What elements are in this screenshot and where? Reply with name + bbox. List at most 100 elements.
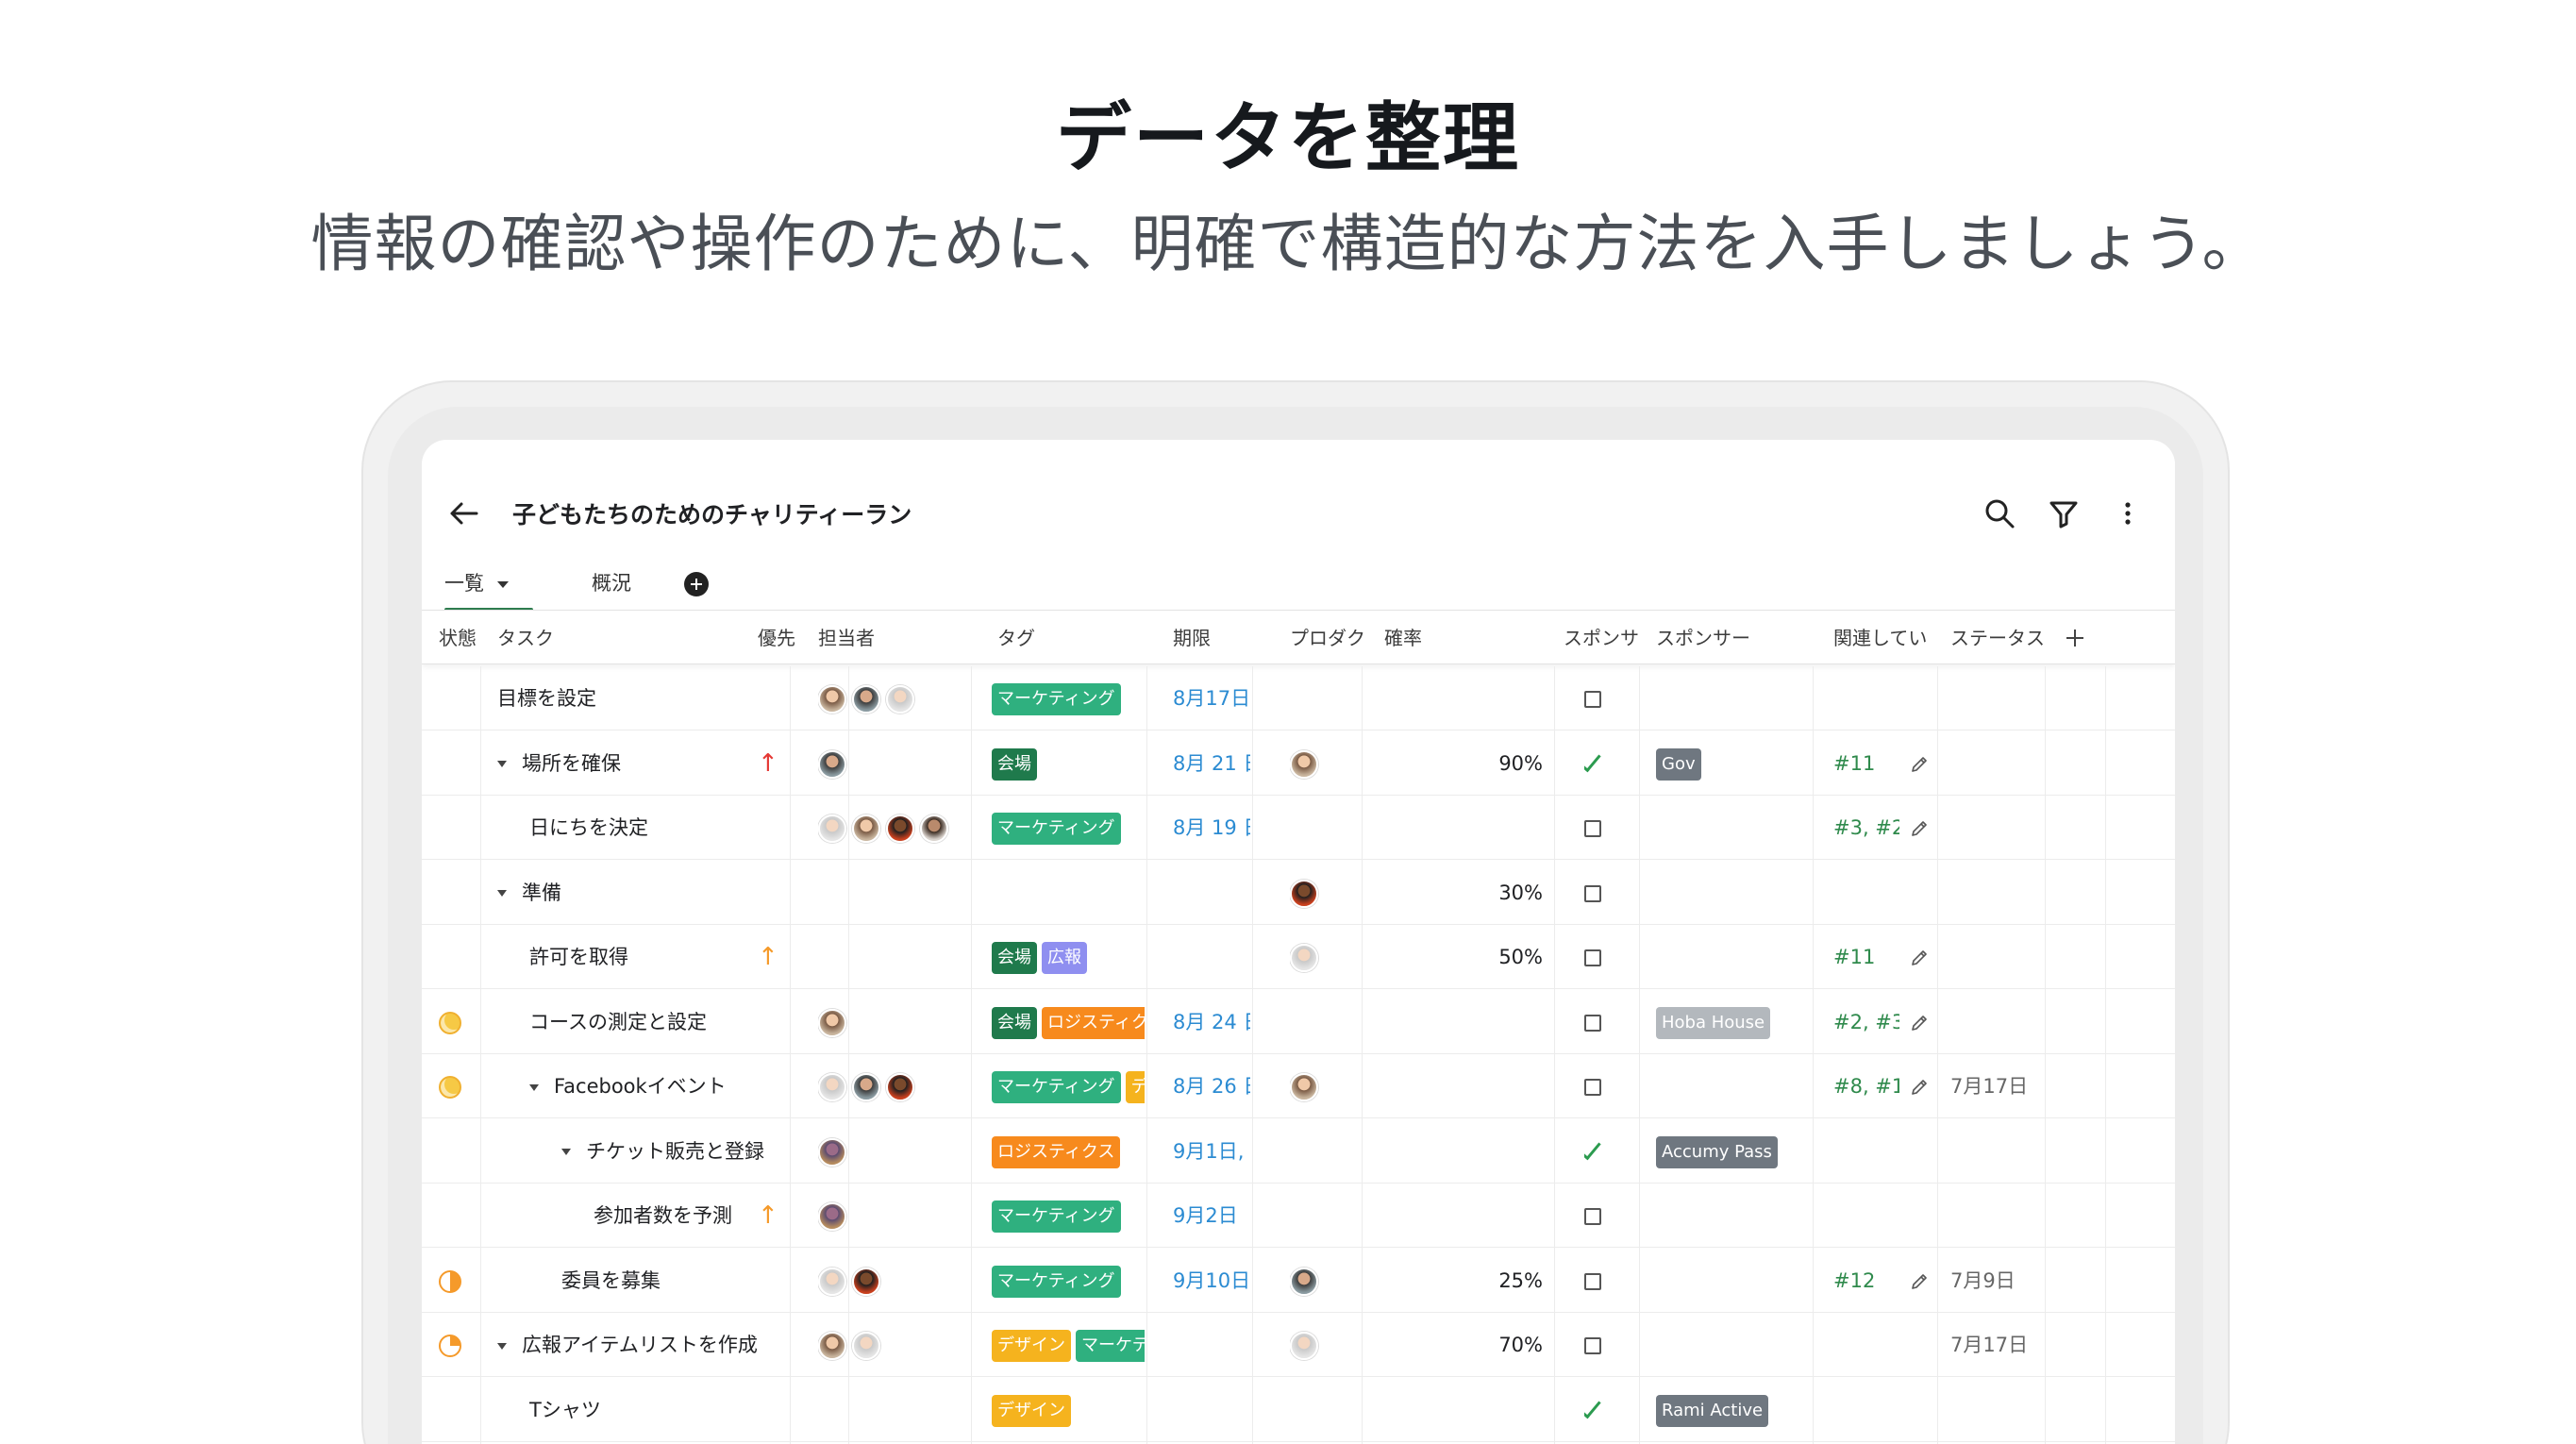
- tag-badge[interactable]: マーケティング: [992, 1071, 1121, 1103]
- table-row[interactable]: 広報アイテムリストを作成 デザインマーケティング 70% 7月17日: [422, 1313, 2175, 1377]
- avatar[interactable]: [852, 1073, 880, 1101]
- priority-arrow-icon[interactable]: ↑: [758, 1184, 786, 1248]
- sponsor-badge[interactable]: Gov: [1656, 747, 1701, 781]
- status-indicator-icon[interactable]: [439, 1269, 461, 1293]
- assignee-avatars[interactable]: [818, 731, 969, 796]
- sponsor-cell[interactable]: Hoba House: [1656, 990, 1807, 1054]
- due-date[interactable]: 8月 26 日: [1173, 1054, 1250, 1118]
- assignee-avatars[interactable]: [818, 796, 969, 860]
- avatar[interactable]: [818, 1008, 846, 1037]
- related-links[interactable]: #11: [1833, 731, 1899, 796]
- due-date[interactable]: 9月2日: [1173, 1184, 1250, 1248]
- avatar[interactable]: [920, 814, 948, 843]
- tag-badge[interactable]: ロジスティクス: [1042, 1006, 1145, 1039]
- column-header-state[interactable]: ステータス: [1950, 611, 2052, 665]
- sponsored-checkbox[interactable]: [1584, 1313, 1622, 1377]
- more-icon[interactable]: [2109, 495, 2147, 532]
- assignee-avatars[interactable]: [818, 1054, 969, 1118]
- column-header-due[interactable]: 期限: [1173, 611, 1229, 665]
- tag-badge[interactable]: 広報: [1042, 942, 1087, 974]
- task-cell[interactable]: 委員を募集: [561, 1249, 790, 1313]
- tags-cell[interactable]: [992, 861, 1145, 925]
- related-links[interactable]: #3, #2: [1833, 796, 1899, 860]
- assignee-avatars[interactable]: [818, 666, 969, 730]
- tags-cell[interactable]: デザインマーケティング: [992, 1313, 1145, 1377]
- assignee-avatars[interactable]: [818, 925, 969, 989]
- product-owner[interactable]: [1290, 731, 1347, 796]
- table-row[interactable]: 準備 30%: [422, 861, 2175, 925]
- product-owner[interactable]: [1290, 1054, 1347, 1118]
- tag-badge[interactable]: ロジスティクス: [992, 1135, 1121, 1168]
- edit-pencil-icon[interactable]: [1909, 1077, 1930, 1098]
- avatar[interactable]: [818, 685, 846, 714]
- collapse-triangle-icon[interactable]: [561, 1149, 571, 1155]
- search-icon[interactable]: [1981, 495, 2018, 532]
- avatar[interactable]: [818, 1332, 846, 1360]
- avatar[interactable]: [818, 1267, 846, 1296]
- probability-value[interactable]: 25%: [1403, 1249, 1543, 1313]
- table-row[interactable]: 目標を設定 マーケティング 8月17日: [422, 666, 2175, 730]
- related-links[interactable]: #11: [1833, 925, 1899, 989]
- task-cell[interactable]: Facebookイベント: [529, 1054, 790, 1118]
- tag-badge[interactable]: デザイン: [992, 1330, 1071, 1362]
- probability-value[interactable]: 90%: [1403, 731, 1543, 796]
- tags-cell[interactable]: 会場 広報: [992, 925, 1145, 989]
- collapse-triangle-icon[interactable]: [497, 1342, 507, 1350]
- column-header-probability[interactable]: 確率: [1384, 611, 1441, 665]
- tag-badge[interactable]: マーケティング: [992, 683, 1121, 715]
- task-cell[interactable]: 許可を取得: [529, 925, 790, 989]
- avatar[interactable]: [1290, 1267, 1318, 1296]
- avatar[interactable]: [852, 1332, 880, 1360]
- assignee-avatars[interactable]: [818, 990, 969, 1054]
- sponsor-badge[interactable]: Rami Active: [1656, 1394, 1769, 1427]
- task-cell[interactable]: チケット販売と登録: [561, 1119, 790, 1184]
- table-row[interactable]: 日にちを決定 マーケティング 8月 19 日 #3, #2: [422, 796, 2175, 860]
- status-indicator-icon[interactable]: [439, 1335, 461, 1357]
- edit-pencil-icon[interactable]: [1909, 818, 1930, 839]
- sponsored-checkbox[interactable]: [1584, 666, 1622, 730]
- priority-arrow-icon[interactable]: ↑: [758, 925, 786, 989]
- table-row[interactable]: Tシャツ デザイン Rami Active: [422, 1378, 2175, 1442]
- filter-icon[interactable]: [2045, 495, 2083, 532]
- sponsored-checkbox[interactable]: [1584, 1378, 1622, 1442]
- product-owner[interactable]: [1290, 1378, 1347, 1442]
- avatar[interactable]: [852, 685, 880, 714]
- product-owner[interactable]: [1290, 1119, 1347, 1184]
- product-owner[interactable]: [1290, 990, 1347, 1054]
- assignee-avatars[interactable]: [818, 1313, 969, 1377]
- state-date[interactable]: 7月17日: [1950, 1313, 2045, 1377]
- sponsored-checkbox[interactable]: [1584, 861, 1622, 925]
- product-owner[interactable]: [1290, 925, 1347, 989]
- product-owner[interactable]: [1290, 666, 1347, 730]
- avatar[interactable]: [818, 749, 846, 779]
- sponsored-checkbox[interactable]: [1584, 1249, 1622, 1313]
- column-header-related[interactable]: 関連してい: [1833, 611, 1945, 665]
- assignee-avatars[interactable]: [818, 1378, 969, 1442]
- edit-pencil-icon[interactable]: [1909, 1271, 1930, 1292]
- tags-cell[interactable]: ロジスティクス: [992, 1119, 1145, 1184]
- due-date[interactable]: 8月 21 日: [1173, 731, 1250, 796]
- tags-cell[interactable]: 会場ロジスティクス: [992, 990, 1145, 1054]
- task-cell[interactable]: 広報アイテムリストを作成: [497, 1313, 790, 1377]
- column-header-assignee[interactable]: 担当者: [818, 611, 894, 665]
- priority-arrow-icon[interactable]: ↑: [758, 731, 786, 796]
- status-indicator-icon[interactable]: [439, 1011, 461, 1034]
- task-cell[interactable]: コースの測定と設定: [529, 990, 790, 1054]
- avatar[interactable]: [1290, 1332, 1318, 1360]
- tags-cell[interactable]: マーケティング: [992, 1184, 1145, 1248]
- back-arrow-icon[interactable]: [444, 495, 482, 532]
- tag-badge[interactable]: マーケティング: [992, 1265, 1121, 1298]
- column-header-status[interactable]: 状態: [439, 611, 478, 665]
- related-links[interactable]: #12: [1833, 1249, 1899, 1313]
- product-owner[interactable]: [1290, 796, 1347, 860]
- avatar[interactable]: [886, 1073, 914, 1101]
- due-date[interactable]: 8月 19 日: [1173, 796, 1250, 860]
- related-links[interactable]: #2, #3: [1833, 990, 1899, 1054]
- due-date[interactable]: 9月1日, 午後: [1173, 1119, 1250, 1184]
- sponsored-checkbox[interactable]: [1584, 1054, 1622, 1118]
- column-header-tags[interactable]: タグ: [997, 611, 1054, 665]
- sponsored-checkbox[interactable]: [1584, 1184, 1622, 1248]
- tag-badge[interactable]: マーケティング: [992, 813, 1121, 845]
- sponsored-checkbox[interactable]: [1584, 990, 1622, 1054]
- task-cell[interactable]: 日にちを決定: [529, 796, 790, 860]
